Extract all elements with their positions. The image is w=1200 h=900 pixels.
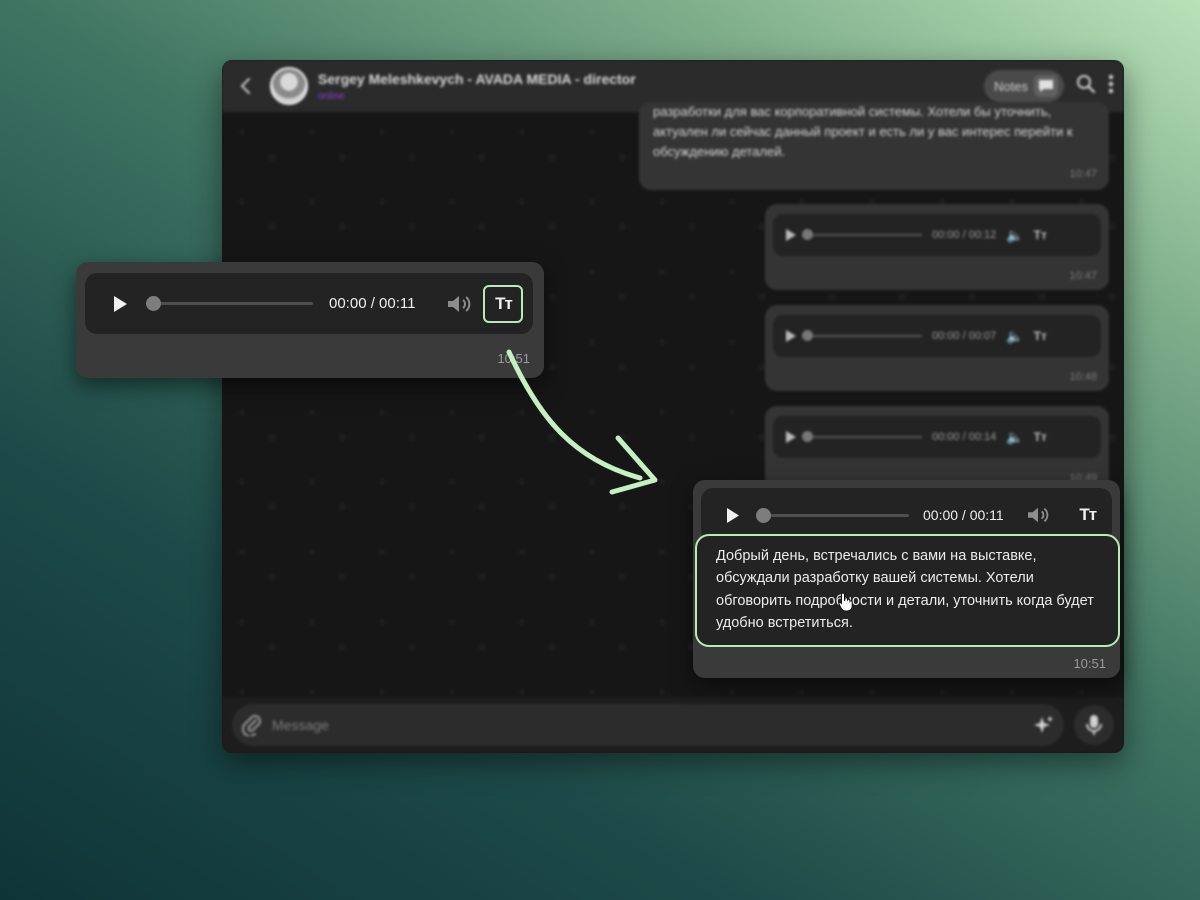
text-transcribe-icon: Тт bbox=[495, 293, 513, 313]
microphone-button[interactable] bbox=[1074, 705, 1114, 745]
voice-message-callout-before: 00:00 / 00:11 Тт 10:51 bbox=[76, 262, 544, 378]
play-icon bbox=[114, 295, 127, 312]
play-icon[interactable] bbox=[785, 430, 797, 444]
message-input[interactable]: Message bbox=[232, 704, 1064, 746]
voice-message-callout-after: 00:00 / 00:11 Тт Добрый день, встречалис… bbox=[693, 480, 1120, 678]
back-arrow-icon bbox=[240, 77, 251, 95]
text-transcribe-icon[interactable]: Тт bbox=[1034, 430, 1047, 444]
progress-knob[interactable] bbox=[756, 507, 771, 523]
composer-bar: Message bbox=[222, 697, 1124, 753]
notes-chat-icon bbox=[1034, 75, 1058, 97]
message-time: 10:51 bbox=[1073, 656, 1106, 671]
progress-track[interactable] bbox=[802, 330, 922, 341]
more-vertical-icon[interactable] bbox=[1108, 74, 1114, 99]
back-button[interactable] bbox=[222, 60, 270, 112]
volume-icon[interactable]: 🔈 bbox=[1006, 328, 1023, 345]
volume-icon bbox=[1027, 507, 1048, 523]
audio-time: 00:00 / 00:07 bbox=[932, 330, 997, 342]
play-button[interactable] bbox=[715, 498, 749, 532]
message-bubble[interactable]: разработки для вас корпоративной системы… bbox=[639, 102, 1109, 190]
notes-button[interactable]: Notes bbox=[984, 70, 1064, 102]
play-button[interactable] bbox=[103, 287, 137, 321]
text-transcribe-icon: Тт bbox=[1079, 505, 1097, 524]
transcribe-button[interactable]: Тт bbox=[483, 284, 524, 323]
audio-player: 00:00 / 00:12 🔈 Тт bbox=[773, 214, 1101, 256]
microphone-icon bbox=[1086, 715, 1102, 735]
audio-player: 00:00 / 00:07 🔈 Тт bbox=[773, 315, 1101, 357]
search-icon[interactable] bbox=[1076, 74, 1096, 99]
audio-time: 00:00 / 00:12 bbox=[932, 229, 997, 241]
attach-paperclip-icon[interactable] bbox=[242, 714, 262, 736]
play-icon bbox=[726, 507, 739, 523]
audio-player: 00:00 / 00:11 Тт bbox=[85, 273, 533, 334]
message-time: 10:48 bbox=[1069, 371, 1097, 383]
volume-button[interactable] bbox=[443, 288, 475, 320]
volume-icon bbox=[448, 295, 471, 312]
text-transcribe-icon[interactable]: Тт bbox=[1034, 228, 1047, 242]
chat-title: Sergey Meleshkevych - AVADA MEDIA - dire… bbox=[318, 70, 636, 87]
voice-message[interactable]: 00:00 / 00:12 🔈 Тт 10:47 bbox=[765, 204, 1109, 290]
volume-icon[interactable]: 🔈 bbox=[1006, 227, 1023, 244]
progress-track[interactable] bbox=[802, 229, 922, 240]
audio-time: 00:00 / 00:14 bbox=[932, 431, 997, 443]
audio-player: 00:00 / 00:14 🔈 Тт bbox=[773, 416, 1101, 458]
sparkle-icon[interactable] bbox=[1034, 715, 1054, 735]
chat-status: online bbox=[318, 90, 345, 102]
progress-track[interactable] bbox=[756, 507, 909, 523]
message-text: разработки для вас корпоративной системы… bbox=[653, 104, 1073, 159]
notes-label: Notes bbox=[994, 78, 1028, 94]
message-time: 10:47 bbox=[1069, 168, 1097, 180]
progress-track[interactable] bbox=[146, 296, 313, 311]
message-time: 10:47 bbox=[1069, 270, 1097, 282]
progress-knob[interactable] bbox=[146, 296, 161, 311]
play-icon[interactable] bbox=[785, 228, 797, 242]
message-placeholder: Message bbox=[272, 717, 329, 733]
message-time: 10:51 bbox=[497, 351, 530, 366]
volume-button[interactable] bbox=[1022, 499, 1054, 531]
voice-message[interactable]: 00:00 / 00:07 🔈 Тт 10:48 bbox=[765, 305, 1109, 391]
progress-track[interactable] bbox=[802, 431, 922, 442]
transcribe-button[interactable]: Тт bbox=[1068, 496, 1108, 534]
audio-time: 00:00 / 00:11 bbox=[329, 295, 416, 312]
avatar[interactable] bbox=[270, 67, 308, 105]
audio-time: 00:00 / 00:11 bbox=[923, 507, 1004, 523]
play-icon[interactable] bbox=[785, 329, 797, 343]
text-transcribe-icon[interactable]: Тт bbox=[1034, 329, 1047, 343]
transcript-text[interactable]: Добрый день, встречались с вами на выста… bbox=[695, 534, 1120, 647]
volume-icon[interactable]: 🔈 bbox=[1006, 429, 1023, 446]
